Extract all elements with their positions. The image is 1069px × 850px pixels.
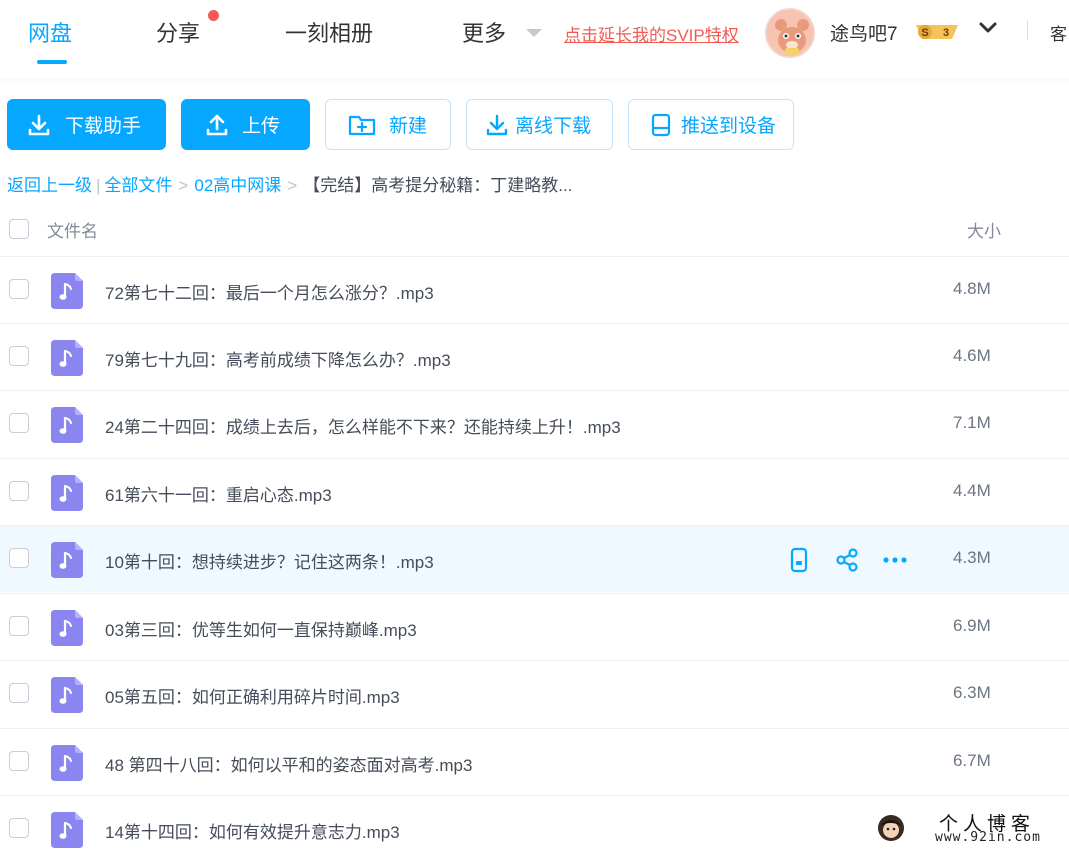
table-row[interactable]: 48 第四十八回：如何以平和的姿态面对高考.mp3 6.7M — [0, 728, 1069, 795]
download-icon — [28, 114, 50, 135]
breadcrumb-current: 【完结】高考提分秘籍：丁建略教... — [303, 176, 573, 195]
audio-file-icon — [51, 677, 83, 713]
tab-album[interactable]: 一刻相册 — [285, 16, 373, 48]
svg-text:S: S — [921, 27, 928, 39]
row-checkbox[interactable] — [9, 548, 29, 568]
tab-share[interactable]: 分享 — [156, 16, 200, 48]
svip-promo-link[interactable]: 点击延长我的SVIP特权 — [564, 21, 739, 46]
audio-file-icon — [51, 812, 83, 848]
device-icon — [651, 113, 671, 136]
download-helper-button[interactable]: 下载助手 — [7, 99, 166, 150]
customer-service-link[interactable]: 客 — [1050, 20, 1067, 45]
audio-file-icon — [51, 475, 83, 511]
offline-download-button[interactable]: 离线下载 — [466, 99, 613, 150]
row-checkbox[interactable] — [9, 616, 29, 636]
push-to-phone-icon[interactable] — [786, 547, 812, 573]
username[interactable]: 途鸟吧7 — [830, 19, 898, 46]
row-checkbox[interactable] — [9, 481, 29, 501]
divider — [1027, 20, 1028, 40]
file-name[interactable]: 24第二十四回：成绩上去后，怎么样能不下来？还能持续上升！.mp3 — [105, 413, 621, 438]
file-name[interactable]: 03第三回：优等生如何一直保持巅峰.mp3 — [105, 616, 417, 641]
table-row[interactable]: 05第五回：如何正确利用碎片时间.mp3 6.3M — [0, 660, 1069, 727]
download-helper-label: 下载助手 — [65, 116, 142, 137]
file-size: 6.7M — [953, 751, 991, 770]
table-row[interactable]: 61第六十一回：重启心态.mp3 4.4M — [0, 458, 1069, 525]
active-tab-indicator — [37, 60, 67, 64]
audio-file-icon — [51, 542, 83, 578]
upload-label: 上传 — [242, 116, 281, 137]
breadcrumb-all-files[interactable]: 全部文件 — [104, 176, 172, 195]
offline-download-icon — [486, 114, 508, 135]
tab-more[interactable]: 更多 — [462, 16, 506, 48]
audio-file-icon — [51, 610, 83, 646]
new-folder-button[interactable]: 新建 — [325, 99, 451, 150]
audio-file-icon — [51, 340, 83, 376]
table-row[interactable]: 79第七十九回：高考前成绩下降怎么办？.mp3 4.6M — [0, 323, 1069, 390]
top-navigation: 网盘 分享 一刻相册 更多 点击延长我的SVIP特权 途鸟吧7 S 3 客 — [0, 0, 1069, 78]
select-all-checkbox[interactable] — [9, 219, 29, 239]
notification-dot — [208, 10, 219, 21]
push-to-device-button[interactable]: 推送到设备 — [628, 99, 794, 150]
audio-file-icon — [51, 745, 83, 781]
file-size: 4.6M — [953, 346, 991, 365]
file-name[interactable]: 72第七十二回：最后一个月怎么涨分？.mp3 — [105, 279, 434, 304]
table-row[interactable]: 72第七十二回：最后一个月怎么涨分？.mp3 4.8M — [0, 256, 1069, 323]
user-menu-chevron-icon[interactable] — [977, 17, 999, 39]
file-name[interactable]: 79第七十九回：高考前成绩下降怎么办？.mp3 — [105, 346, 451, 371]
breadcrumb-folder[interactable]: 02高中网课 — [194, 176, 281, 195]
audio-file-icon — [51, 273, 83, 309]
upload-icon — [206, 114, 228, 135]
watermark-logo-icon — [878, 815, 904, 841]
file-name[interactable]: 48 第四十八回：如何以平和的姿态面对高考.mp3 — [105, 751, 472, 776]
svip-level-badge: S 3 — [912, 22, 962, 42]
more-dropdown-icon[interactable] — [526, 29, 542, 37]
breadcrumb-arrow-icon: > — [178, 176, 189, 195]
row-checkbox[interactable] — [9, 413, 29, 433]
file-name[interactable]: 05第五回：如何正确利用碎片时间.mp3 — [105, 683, 400, 708]
new-folder-icon — [348, 115, 376, 135]
breadcrumb-back-link[interactable]: 返回上一级 — [7, 176, 92, 195]
file-size: 4.8M — [953, 279, 991, 298]
push-to-device-label: 推送到设备 — [681, 116, 777, 137]
breadcrumb: 返回上一级 | 全部文件 >02高中网课 > 【完结】高考提分秘籍：丁建略教... — [7, 171, 572, 196]
file-name[interactable]: 14第十四回：如何有效提升意志力.mp3 — [105, 818, 400, 843]
row-checkbox[interactable] — [9, 279, 29, 299]
offline-download-label: 离线下载 — [515, 116, 592, 137]
more-actions-icon[interactable] — [882, 547, 908, 573]
column-header-name[interactable]: 文件名 — [47, 217, 98, 242]
file-name[interactable]: 10第十回：想持续进步？记住这两条！.mp3 — [105, 548, 434, 573]
row-checkbox[interactable] — [9, 683, 29, 703]
breadcrumb-divider: | — [96, 176, 101, 195]
row-checkbox[interactable] — [9, 818, 29, 838]
breadcrumb-arrow-icon: > — [287, 176, 298, 195]
audio-file-icon — [51, 407, 83, 443]
file-name[interactable]: 61第六十一回：重启心态.mp3 — [105, 481, 332, 506]
table-row[interactable]: 10第十回：想持续进步？记住这两条！.mp3 4.3M — [0, 525, 1069, 592]
avatar[interactable] — [765, 8, 815, 58]
file-size: 4.4M — [953, 481, 991, 500]
svg-text:3: 3 — [943, 27, 949, 39]
watermark: 个人博客 www.92in.com — [873, 808, 1063, 850]
new-folder-label: 新建 — [389, 116, 428, 137]
row-checkbox[interactable] — [9, 346, 29, 366]
upload-button[interactable]: 上传 — [181, 99, 310, 150]
file-size: 4.3M — [953, 548, 991, 567]
column-header-size[interactable]: 大小 — [967, 217, 1001, 242]
tab-netdisk[interactable]: 网盘 — [28, 16, 72, 48]
table-row[interactable]: 24第二十四回：成绩上去后，怎么样能不下来？还能持续上升！.mp3 7.1M — [0, 390, 1069, 457]
watermark-url: www.92in.com — [935, 830, 1041, 845]
file-size: 7.1M — [953, 413, 991, 432]
row-checkbox[interactable] — [9, 751, 29, 771]
file-size: 6.3M — [953, 683, 991, 702]
file-size: 6.9M — [953, 616, 991, 635]
table-row[interactable]: 03第三回：优等生如何一直保持巅峰.mp3 6.9M — [0, 593, 1069, 660]
share-icon[interactable] — [834, 547, 860, 573]
